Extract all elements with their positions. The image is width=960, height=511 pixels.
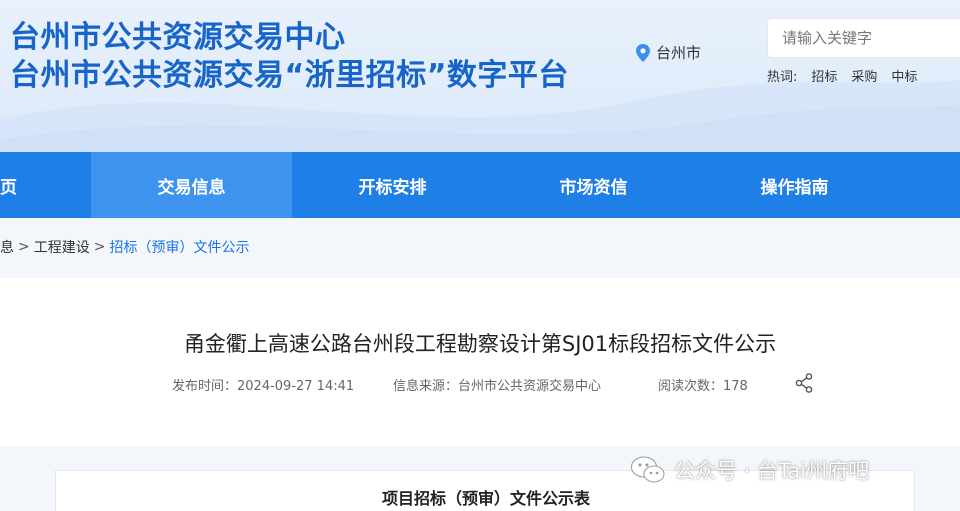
breadcrumb-current[interactable]: 招标（预审）文件公示 [109, 237, 249, 257]
view-count: 阅读次数：178 [658, 379, 748, 394]
location-selector[interactable]: 台州市 [636, 42, 701, 63]
breadcrumb-item[interactable]: 工程建设 [34, 237, 90, 257]
table-title: 项目招标（预审）文件公示表 [381, 489, 590, 508]
site-header: 台州市公共资源交易中心 台州市公共资源交易“浙里招标”数字平台 台州市 热词: … [0, 0, 960, 152]
site-title-line2: 台州市公共资源交易“浙里招标”数字平台 [10, 58, 569, 93]
breadcrumb-separator: > [93, 239, 106, 255]
location-pin-icon [636, 43, 650, 62]
hot-words-label: 热词: [767, 70, 798, 85]
hot-words: 热词: 招标 采购 中标 [767, 66, 917, 85]
search-box[interactable] [767, 18, 960, 58]
wechat-watermark: 公众号 · 台Tai州府吧 [630, 455, 869, 485]
breadcrumb-item[interactable]: 息 [0, 237, 14, 257]
wechat-icon [631, 456, 665, 483]
article-header: 甬金衢上高速公路台州段工程勘察设计第SJ01标段招标文件公示 发布时间：2024… [0, 278, 960, 446]
nav-item-market-credit[interactable]: 市场资信 [493, 152, 694, 218]
nav-item-guide[interactable]: 操作指南 [694, 152, 895, 218]
hot-word-link[interactable]: 中标 [891, 66, 917, 85]
publish-time: 发布时间：2024-09-27 14:41 [172, 379, 355, 394]
breadcrumb: 息 > 工程建设 > 招标（预审）文件公示 [0, 218, 960, 276]
nav-item-bid-opening[interactable]: 开标安排 [292, 152, 493, 218]
watermark-text: 公众号 · 台Tai州府吧 [674, 459, 870, 483]
nav-item-home[interactable]: 页 [0, 152, 91, 218]
search-input[interactable] [768, 19, 960, 57]
breadcrumb-separator: > [18, 239, 30, 255]
info-source: 信息来源：台州市公共资源交易中心 [393, 379, 602, 394]
nav-item-trade-info[interactable]: 交易信息 [91, 152, 292, 218]
main-nav: 页 交易信息 开标安排 市场资信 操作指南 [0, 152, 960, 218]
share-icon[interactable] [795, 373, 813, 393]
location-label: 台州市 [656, 44, 702, 62]
hot-word-link[interactable]: 采购 [851, 66, 877, 85]
hot-word-link[interactable]: 招标 [811, 66, 837, 85]
article-title: 甬金衢上高速公路台州段工程勘察设计第SJ01标段招标文件公示 [183, 332, 777, 356]
